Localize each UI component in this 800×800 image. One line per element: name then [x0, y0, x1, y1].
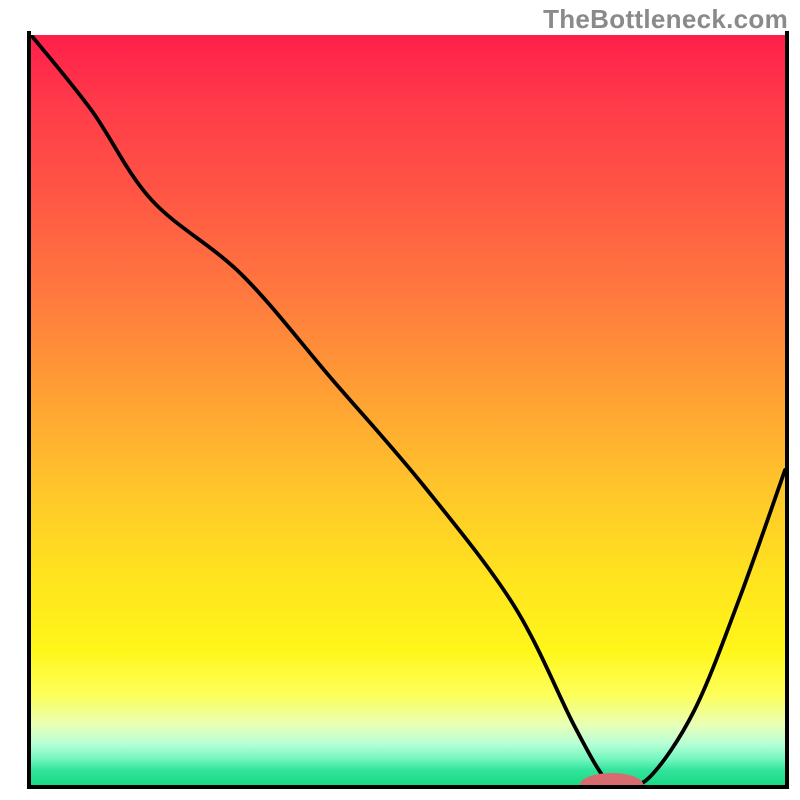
plot-area: [31, 35, 785, 785]
axis-left: [27, 31, 31, 789]
optimal-marker: [580, 773, 643, 785]
watermark-text: TheBottleneck.com: [543, 4, 788, 35]
bottleneck-curve-path: [31, 35, 785, 785]
bottleneck-chart: TheBottleneck.com: [0, 0, 800, 800]
curve-layer: [31, 35, 785, 785]
axis-bottom: [27, 785, 789, 789]
axis-right: [785, 31, 789, 789]
